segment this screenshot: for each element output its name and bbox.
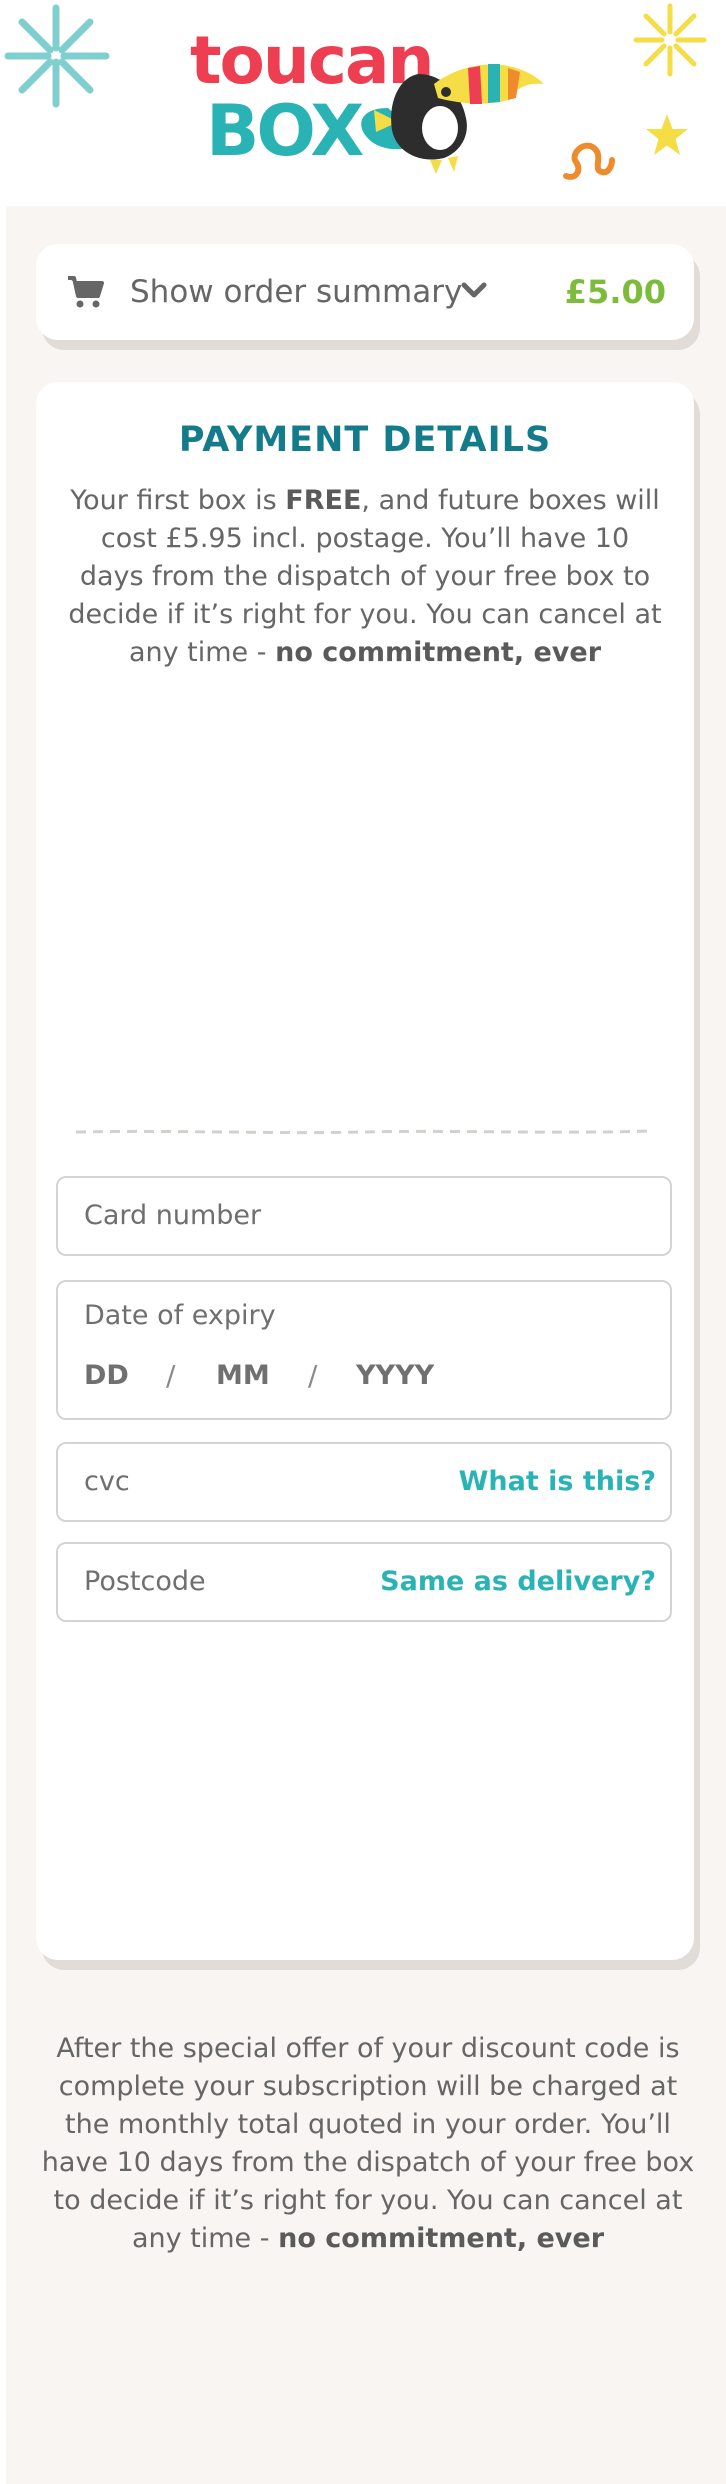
card-number-field[interactable]: Card number (56, 1176, 672, 1256)
payment-details-card: PAYMENT DETAILS Your first box is FREE, … (36, 382, 694, 1960)
expiry-year-input[interactable]: YYYY (356, 1358, 434, 1394)
site-header: toucan BOX (0, 0, 726, 206)
same-as-delivery-link[interactable]: Same as delivery? (380, 1564, 656, 1600)
expiry-label: Date of expiry (84, 1300, 276, 1331)
payment-intro-text: Your first box is FREE, and future boxes… (66, 482, 664, 672)
expiry-date-field[interactable]: Date of expiry DD / MM / YYYY (56, 1280, 672, 1420)
expiry-day-input[interactable]: DD (84, 1358, 129, 1394)
order-total-price: £5.00 (564, 273, 666, 311)
orange-squiggle-icon (563, 142, 615, 180)
yellow-star-icon (646, 114, 688, 155)
dashed-divider (75, 1129, 653, 1135)
order-summary-toggle[interactable]: Show order summary (130, 272, 462, 312)
intro-free-emphasis: FREE (285, 485, 362, 516)
cvc-placeholder: cvc (84, 1466, 130, 1497)
toucan-bird-icon (361, 64, 544, 174)
subscription-note: After the special offer of your discount… (36, 2030, 700, 2258)
expiry-separator: / (308, 1359, 318, 1392)
intro-no-commitment-emphasis: no commitment, ever (275, 637, 602, 668)
order-summary-card[interactable]: Show order summary £5.00 (36, 244, 694, 340)
logo-text-box: BOX (206, 90, 364, 172)
teal-burst-icon (4, 4, 110, 108)
card-number-placeholder: Card number (84, 1200, 262, 1231)
payment-details-title: PAYMENT DETAILS (178, 420, 552, 460)
yellow-burst-icon (633, 3, 707, 77)
postcode-placeholder: Postcode (84, 1566, 206, 1597)
postcode-field[interactable]: Postcode Same as delivery? (56, 1542, 672, 1622)
cvc-field[interactable]: cvc What is this? (56, 1442, 672, 1522)
cart-icon (68, 276, 104, 308)
cvc-help-link[interactable]: What is this? (459, 1464, 656, 1500)
expiry-month-input[interactable]: MM (216, 1358, 270, 1394)
subscription-note-text: After the special offer of your discount… (41, 2033, 695, 2254)
intro-text-part: Your first box is (70, 485, 286, 516)
chevron-down-icon[interactable] (460, 280, 488, 302)
subscription-no-commitment-emphasis: no commitment, ever (278, 2223, 605, 2254)
expiry-separator: / (166, 1359, 176, 1392)
toucan-box-logo[interactable]: toucan BOX (188, 28, 548, 178)
